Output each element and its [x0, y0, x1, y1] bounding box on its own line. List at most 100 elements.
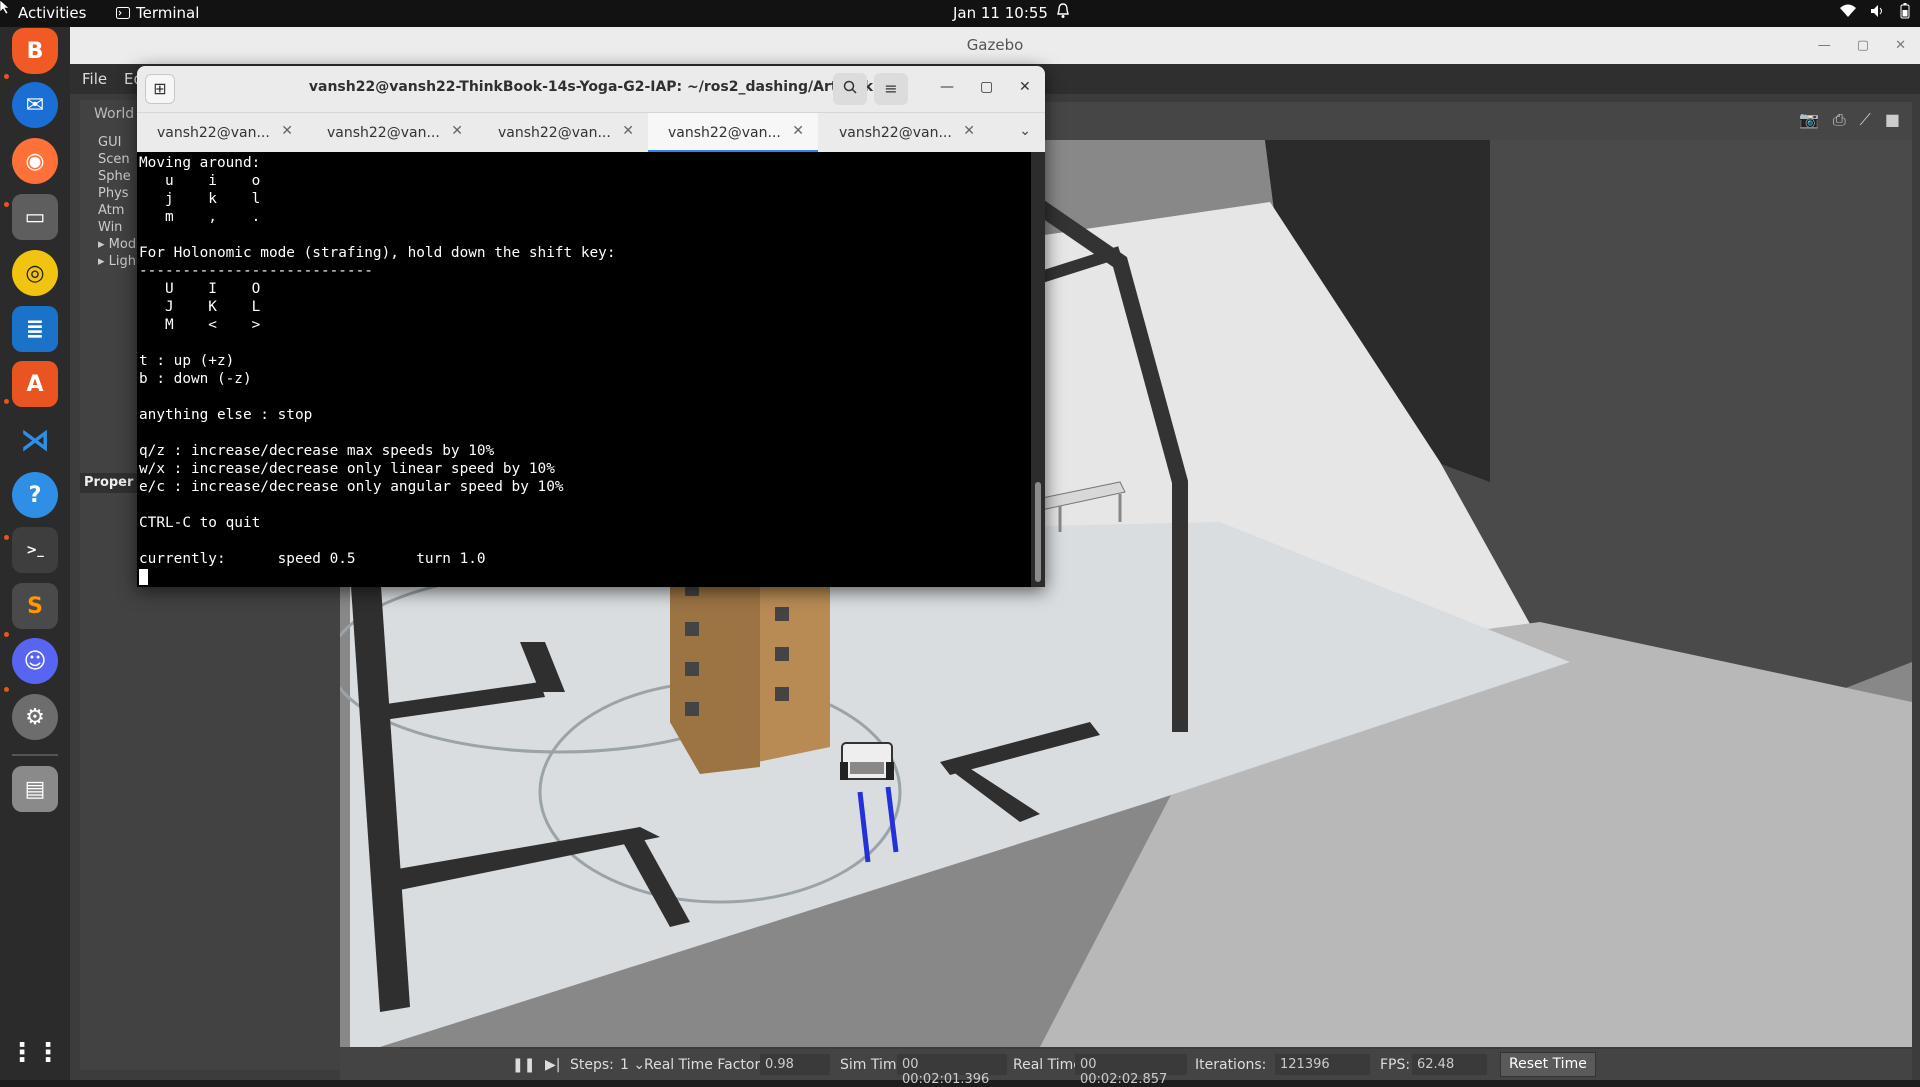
terminal-window: ⊞ vansh22@vansh22-ThinkBook-14s-Yoga-G2-… [137, 66, 1045, 587]
fps-value: 62.48 [1412, 1054, 1487, 1075]
close-tab-icon[interactable]: ✕ [281, 123, 293, 139]
rhythmbox-icon[interactable]: ◎ [12, 250, 58, 296]
tree-item-wind[interactable]: Win [98, 219, 136, 236]
settings-icon[interactable]: ⚙ [12, 694, 58, 740]
steps-label: Steps: [570, 1057, 614, 1073]
terminal-line: For Holonomic mode (strafing), hold down… [139, 245, 616, 261]
step-icon[interactable]: ▶| [545, 1057, 560, 1073]
running-indicator [4, 399, 9, 404]
chevron-down-icon[interactable]: ⌄ [1019, 123, 1031, 139]
writer-icon[interactable]: ≣ [12, 306, 58, 352]
terminal-tab-active[interactable]: vansh22@van... ✕ [648, 113, 818, 153]
running-indicator [4, 632, 9, 637]
maximize-button[interactable]: ▢ [1857, 27, 1869, 64]
terminal-scrollbar[interactable] [1031, 152, 1045, 587]
tree-item-physics[interactable]: Phys [98, 185, 136, 202]
mouse-cursor-icon [0, 0, 10, 14]
app-menu[interactable]: Terminal [116, 4, 199, 22]
terminal-line: q/z : increase/decrease max speeds by 10… [139, 443, 495, 459]
terminal-line: w/x : increase/decrease only linear spee… [139, 461, 555, 477]
notification-bell-icon [1056, 3, 1070, 23]
gazebo-titlebar[interactable]: Gazebo — ▢ ✕ [70, 27, 1920, 64]
plot-icon[interactable]: ⟋ [1860, 110, 1871, 130]
terminal-title: vansh22@vansh22-ThinkBook-14s-Yoga-G2-IA… [308, 79, 874, 95]
running-indicator [4, 74, 9, 79]
time-panel: ❚❚ ▶| Steps: 1 ⌄ Real Time Factor: 0.98 … [340, 1049, 1912, 1087]
vscode-icon[interactable]: ⋊ [12, 417, 58, 463]
tab-world[interactable]: World [94, 106, 134, 122]
rtf-value: 0.98 [760, 1054, 830, 1075]
tree-item-scene[interactable]: Scen [98, 151, 136, 168]
sim-time-value: 00 00:02:01.396 [897, 1054, 1007, 1087]
search-icon [843, 80, 857, 94]
terminal-tab[interactable]: vansh22@van... ✕ [478, 113, 648, 153]
system-status-menu[interactable] [1840, 3, 1910, 19]
firefox-icon[interactable]: ◉ [12, 138, 58, 184]
tree-item-spherical[interactable]: Sphe [98, 168, 136, 185]
tree-item-gui[interactable]: GUI [98, 134, 136, 151]
wifi-icon [1840, 4, 1856, 17]
real-time-value: 00 00:02:02.857 [1075, 1054, 1187, 1087]
iterations-value: 121396 [1275, 1054, 1370, 1075]
close-tab-icon[interactable]: ✕ [451, 123, 463, 139]
terminal-small-icon [116, 7, 130, 19]
terminal-line: m , . [139, 209, 261, 225]
sublime-icon[interactable]: S [12, 583, 58, 629]
iterations-label: Iterations: [1195, 1057, 1267, 1073]
tree-item-models[interactable]: ▸ Mod [98, 236, 136, 253]
menu-file[interactable]: File [82, 70, 107, 88]
app-menu-label: Terminal [136, 4, 200, 22]
maximize-button[interactable]: ▢ [980, 79, 993, 95]
apps-grid-icon[interactable]: ⋮⋮ [9, 1030, 61, 1076]
drive-icon[interactable]: ▤ [12, 766, 58, 812]
search-button[interactable] [833, 73, 867, 105]
terminal-line: t : up (+z) [139, 353, 235, 369]
terminal-lines: Moving around: u i o j k l m , . For Hol… [139, 154, 1031, 568]
scrollbar-thumb[interactable] [1035, 482, 1041, 582]
terminal-tab[interactable]: vansh22@van... ✕ [307, 113, 477, 153]
steps-value[interactable]: 1 ⌄ [620, 1057, 645, 1073]
terminal-output[interactable]: Moving around: u i o j k l m , . For Hol… [137, 152, 1031, 587]
menu-button[interactable]: ≡ [874, 73, 908, 105]
help-icon[interactable]: ? [12, 472, 58, 518]
files-icon[interactable]: ▭ [12, 194, 58, 240]
terminal-line: Moving around: [139, 155, 261, 171]
terminal-line: J K L [139, 299, 261, 315]
terminal-line: M < > [139, 317, 261, 333]
pause-icon[interactable]: ❚❚ [512, 1057, 535, 1073]
top-bar: Activities Terminal Jan 11 10:55 [0, 0, 1920, 27]
discord-icon[interactable]: ☺ [12, 638, 58, 684]
terminal-tab[interactable]: vansh22@van... ✕ [137, 113, 307, 153]
terminal-headerbar[interactable]: ⊞ vansh22@vansh22-ThinkBook-14s-Yoga-G2-… [137, 66, 1045, 112]
close-tab-icon[interactable]: ✕ [792, 123, 804, 139]
software-icon[interactable]: A [12, 361, 58, 407]
thunderbird-icon[interactable]: ✉ [12, 82, 58, 128]
terminal-tab[interactable]: vansh22@van... ✕ [819, 113, 989, 153]
clock[interactable]: Jan 11 10:55 [953, 4, 1048, 22]
fps-label: FPS: [1380, 1057, 1411, 1073]
screenshot-icon[interactable]: 📷 [1799, 110, 1819, 130]
close-tab-icon[interactable]: ✕ [622, 123, 634, 139]
running-indicator [4, 202, 9, 207]
record-video-icon[interactable]: ■ [1885, 110, 1900, 130]
tree-item-atmosphere[interactable]: Atm [98, 202, 136, 219]
close-button[interactable]: ✕ [1895, 27, 1906, 64]
terminal-line: e/c : increase/decrease only angular spe… [139, 479, 564, 495]
terminal-line: u i o [139, 173, 261, 189]
activities-button[interactable]: Activities [18, 4, 86, 22]
minimize-button[interactable]: — [940, 79, 954, 95]
terminal-icon[interactable]: >_ [12, 527, 58, 573]
brave-icon[interactable]: B [12, 28, 58, 74]
tree-item-lights[interactable]: ▸ Ligh [98, 253, 136, 270]
reset-time-button[interactable]: Reset Time [1500, 1052, 1596, 1077]
world-tree: GUI Scen Sphe Phys Atm Win ▸ Mod ▸ Ligh [98, 134, 136, 270]
rtf-label: Real Time Factor: [644, 1057, 765, 1073]
log-icon[interactable]: ⎙ [1833, 110, 1846, 130]
close-button[interactable]: ✕ [1019, 79, 1031, 95]
close-tab-icon[interactable]: ✕ [963, 123, 975, 139]
minimize-button[interactable]: — [1818, 27, 1831, 64]
